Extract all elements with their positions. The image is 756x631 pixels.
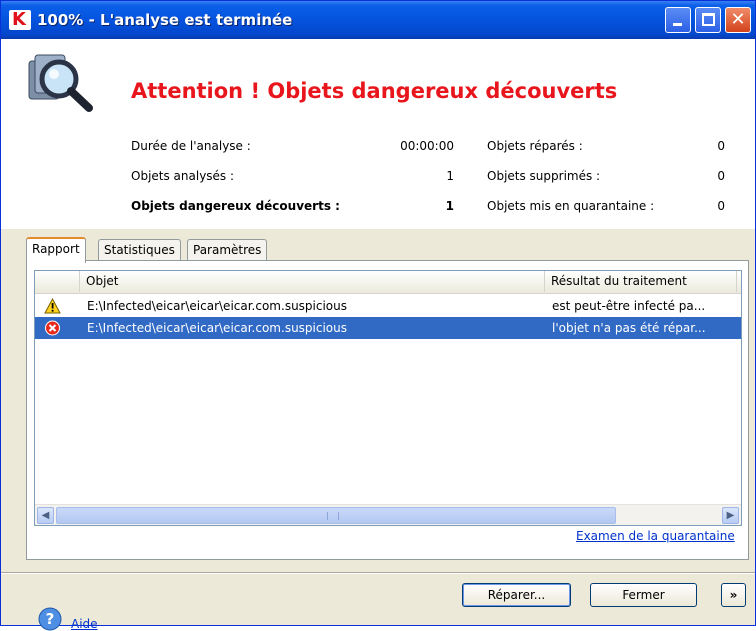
warning-icon [44,298,61,314]
deleted-objects-value: 0 [717,169,725,183]
dangerous-objects-value: 1 [445,199,454,213]
error-icon [45,320,60,336]
expand-button[interactable]: » [721,583,746,607]
close-window-button[interactable]: ✕ [725,7,751,33]
maximize-button[interactable] [695,7,721,33]
magnifier-scan-icon [28,54,93,112]
svg-text:?: ? [46,610,55,628]
scroll-thumb[interactable] [56,507,616,524]
dangerous-objects-label: Objets dangereux découverts : [131,199,340,213]
repaired-objects-label: Objets réparés : [487,139,583,153]
list-header: Objet Résultat du traitement [35,271,741,294]
scanned-objects-value: 1 [446,169,454,183]
help-icon[interactable]: ? [38,607,62,631]
scroll-right-button[interactable]: ▶ [722,507,739,524]
scan-duration-value: 00:00:00 [400,139,454,153]
repair-button[interactable]: Réparer... [462,583,571,607]
minimize-icon [673,23,682,26]
alert-headline: Attention ! Objets dangereux découverts [131,79,618,103]
window-title: 100% - L'analyse est terminée [37,11,293,29]
scan-duration-label: Durée de l'analyse : [131,139,251,153]
report-panel: Objet Résultat du traitement E:\Infected… [26,260,749,560]
table-row[interactable]: E:\Infected\eicar\eicar\eicar.com.suspic… [35,295,741,317]
minimize-button[interactable] [665,7,691,33]
scanned-objects-label: Objets analysés : [131,169,235,183]
result-column-header[interactable]: Résultat du traitement [545,271,737,292]
footer-separator [1,572,755,574]
table-row-selected[interactable]: E:\Infected\eicar\eicar\eicar.com.suspic… [35,317,741,339]
close-icon: ✕ [730,9,746,30]
scan-result-window: K 100% - L'analyse est terminée ✕ Attent… [0,0,756,631]
horizontal-scrollbar[interactable]: ◀ ▶ [35,504,741,525]
kaspersky-logo-icon: K [9,9,31,30]
maximize-icon [702,13,715,26]
tab-parametres[interactable]: Paramètres [187,239,268,261]
help-link[interactable]: Aide [71,617,98,631]
treatment-result: est peut-être infecté pa... [552,299,706,313]
object-path: E:\Infected\eicar\eicar\eicar.com.suspic… [87,321,348,335]
title-bar[interactable]: K 100% - L'analyse est terminée ✕ [1,1,755,39]
grip-icon [327,512,339,520]
repaired-objects-value: 0 [717,139,725,153]
deleted-objects-label: Objets supprimés : [487,169,601,183]
dialog-content: Attention ! Objets dangereux découverts … [1,39,755,631]
summary-header: Attention ! Objets dangereux découverts … [1,39,755,229]
quarantined-objects-value: 0 [717,199,725,213]
tab-rapport[interactable]: Rapport [26,237,86,263]
object-path: E:\Infected\eicar\eicar\eicar.com.suspic… [87,299,348,313]
scroll-left-button[interactable]: ◀ [37,507,54,524]
object-column-header[interactable]: Objet [80,271,545,292]
report-list[interactable]: Objet Résultat du traitement E:\Infected… [34,270,742,526]
tab-statistiques[interactable]: Statistiques [98,239,181,261]
quarantined-objects-label: Objets mis en quarantaine : [487,199,655,213]
close-button[interactable]: Fermer [590,583,697,607]
treatment-result: l'objet n'a pas été répar... [552,321,706,335]
quarantine-link[interactable]: Examen de la quarantaine [576,529,735,543]
icon-column-header[interactable] [35,271,80,292]
